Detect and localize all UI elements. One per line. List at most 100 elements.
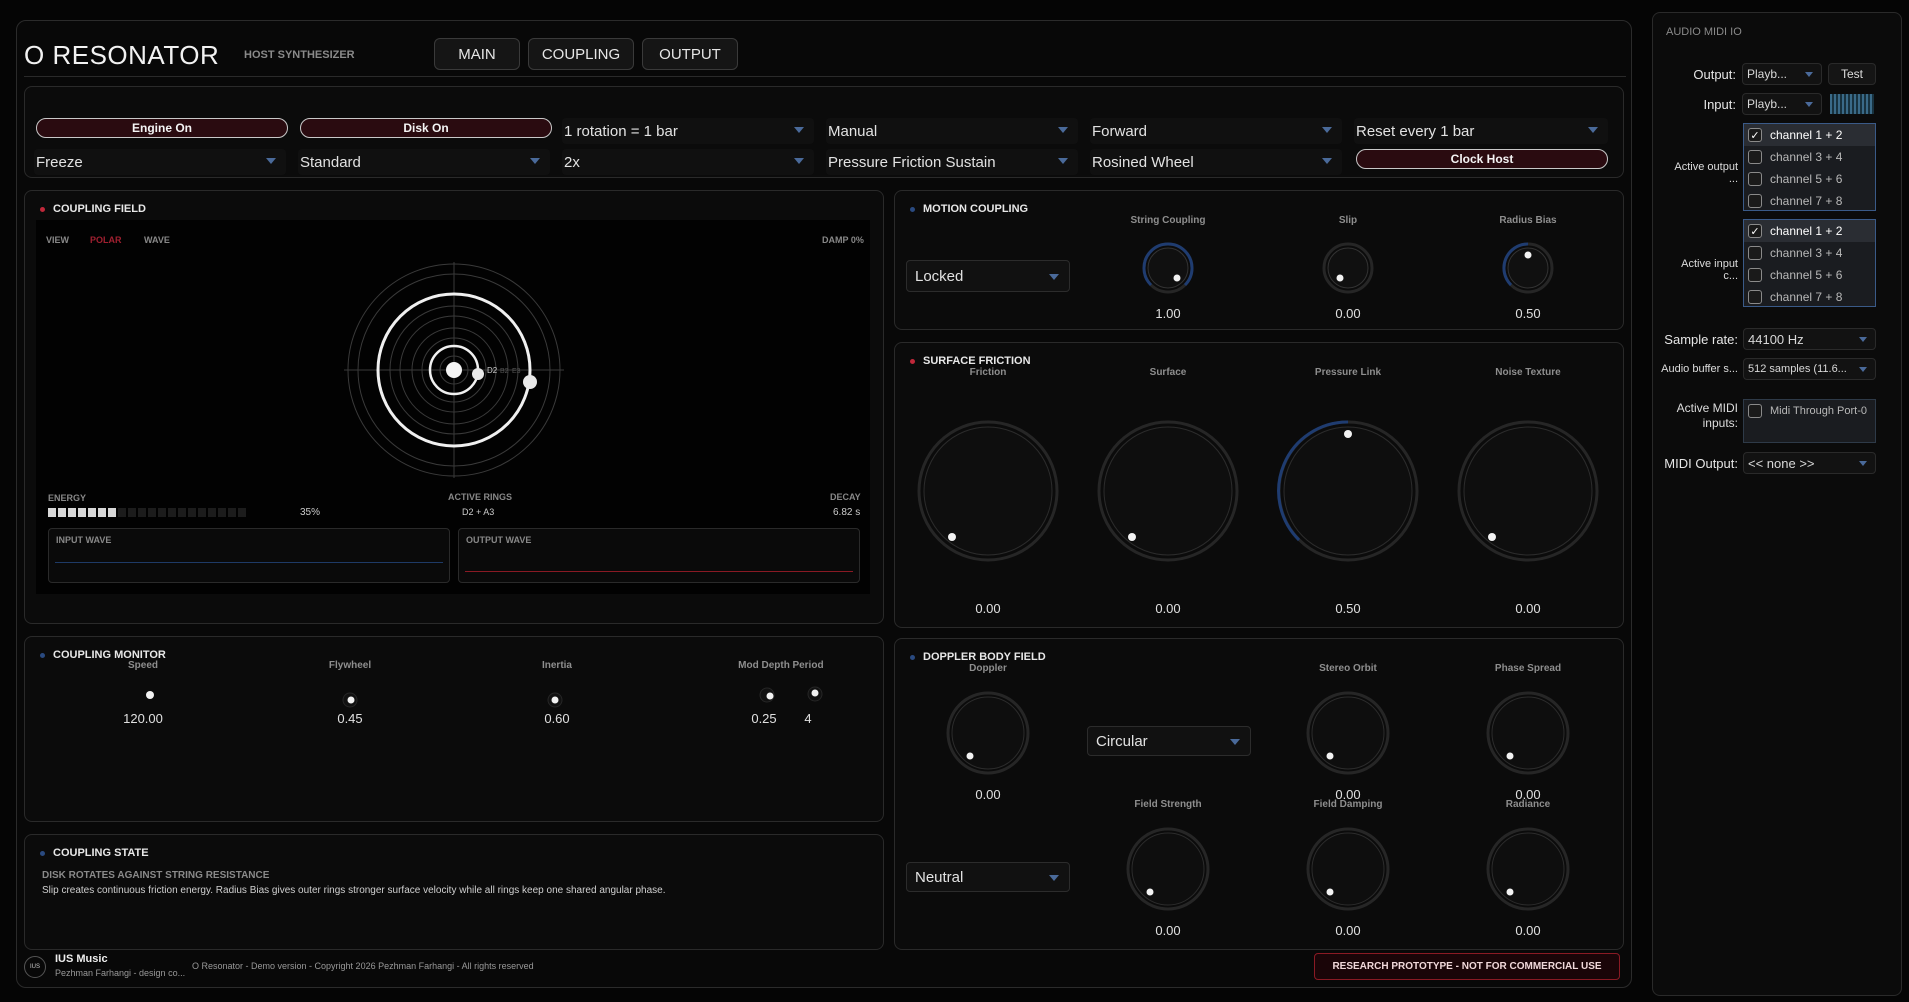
checkbox-icon[interactable]: [1748, 150, 1762, 164]
checkbox-icon[interactable]: [1748, 172, 1762, 186]
doppler-label: Doppler: [969, 663, 1007, 674]
energy-segment: [48, 508, 56, 517]
sync-mode-select[interactable]: Manual: [826, 118, 1078, 144]
reset-select[interactable]: Reset every 1 bar: [1354, 118, 1608, 144]
disk-on-button[interactable]: Disk On: [300, 118, 552, 138]
app-subtitle: HOST SYNTHESIZER: [244, 49, 355, 61]
midi-output-select[interactable]: << none >>: [1743, 452, 1876, 474]
phase-spread-knob[interactable]: [1486, 691, 1570, 775]
input-wave-display: INPUT WAVE: [48, 528, 450, 583]
wheel-select[interactable]: Rosined Wheel: [1090, 149, 1342, 175]
status-dot-icon: [910, 206, 915, 212]
input-channel-label: channel 5 + 6: [1770, 268, 1843, 282]
doppler-character-select[interactable]: Neutral: [906, 862, 1070, 892]
excitation-select[interactable]: Pressure Friction Sustain: [826, 149, 1078, 175]
decay-label: DECAY: [830, 492, 861, 502]
friction-label: Friction: [969, 367, 1007, 378]
radius-bias-knob[interactable]: [1502, 242, 1554, 294]
direction-select[interactable]: Forward: [1090, 118, 1342, 144]
pressure-link-knob[interactable]: [1277, 420, 1419, 562]
output-channel-label: channel 1 + 2: [1770, 128, 1843, 142]
input-channel-1-2[interactable]: ✓ channel 1 + 2: [1744, 220, 1875, 242]
rotation-select-value: 1 rotation = 1 bar: [564, 122, 678, 140]
freeze-select[interactable]: Freeze: [34, 149, 286, 175]
radiance-knob[interactable]: [1486, 827, 1570, 911]
header-divider: [24, 76, 1626, 77]
output-device-select[interactable]: Playb...: [1742, 63, 1822, 85]
status-dot-icon: [40, 850, 45, 856]
flywheel-knob[interactable]: [340, 690, 360, 710]
input-channel-3-4[interactable]: channel 3 + 4: [1744, 242, 1875, 264]
energy-segment: [168, 508, 176, 517]
rotation-select[interactable]: 1 rotation = 1 bar: [562, 118, 814, 144]
energy-segment: [238, 508, 246, 517]
midi-inputs-list[interactable]: Midi Through Port-0: [1743, 399, 1876, 443]
view-wave-button[interactable]: WAVE: [144, 235, 170, 245]
output-channel-5-6[interactable]: channel 5 + 6: [1744, 168, 1875, 190]
clock-host-button[interactable]: Clock Host: [1356, 149, 1608, 169]
engine-on-button[interactable]: Engine On: [36, 118, 288, 138]
friction-knob[interactable]: [917, 420, 1059, 562]
active-output-label: Active output ...: [1674, 161, 1738, 185]
standard-select[interactable]: Standard: [298, 149, 550, 175]
energy-segment: [98, 508, 106, 517]
slip-value: 0.00: [1335, 306, 1361, 321]
active-output-list[interactable]: ✓ channel 1 + 2 channel 3 + 4 channel 5 +…: [1743, 123, 1876, 211]
string-coupling-knob[interactable]: [1142, 242, 1194, 294]
energy-segment: [138, 508, 146, 517]
radius-bias-label: Radius Bias: [1499, 215, 1557, 226]
rate-select[interactable]: 2x: [562, 149, 814, 175]
checkbox-icon[interactable]: [1748, 246, 1762, 260]
reset-value: Reset every 1 bar: [1356, 122, 1475, 140]
mod-depth-knob[interactable]: [757, 685, 777, 705]
slip-knob[interactable]: [1322, 242, 1374, 294]
stereo-orbit-knob[interactable]: [1306, 691, 1390, 775]
rate-value: 2x: [564, 153, 580, 171]
output-channel-7-8[interactable]: channel 7 + 8: [1744, 190, 1875, 212]
view-polar-button[interactable]: POLAR: [90, 235, 122, 245]
output-channel-3-4[interactable]: channel 3 + 4: [1744, 146, 1875, 168]
sample-rate-select[interactable]: 44100 Hz: [1743, 328, 1876, 350]
midi-inputs-label: Active MIDI inputs:: [1676, 401, 1738, 430]
input-device-select[interactable]: Playb...: [1742, 93, 1822, 115]
radius-bias-value: 0.50: [1515, 306, 1541, 321]
surface-knob[interactable]: [1097, 420, 1239, 562]
chevron-down-icon: [1859, 367, 1867, 372]
doppler-knob[interactable]: [946, 691, 1030, 775]
motion-mode-select[interactable]: Locked: [906, 260, 1070, 292]
ring-label-e3: E3: [512, 368, 521, 375]
inertia-knob[interactable]: [545, 690, 565, 710]
output-channel-1-2[interactable]: ✓ channel 1 + 2: [1744, 124, 1875, 146]
input-channel-5-6[interactable]: channel 5 + 6: [1744, 264, 1875, 286]
checkbox-checked-icon[interactable]: ✓: [1748, 224, 1762, 238]
test-button[interactable]: Test: [1828, 63, 1876, 85]
app-title: O RESONATOR: [24, 40, 220, 70]
doppler-character-value: Neutral: [915, 868, 964, 886]
period-knob[interactable]: [805, 684, 825, 704]
friction-value: 0.00: [975, 601, 1001, 616]
chevron-down-icon: [530, 158, 540, 164]
doppler-shape-select[interactable]: Circular: [1087, 726, 1251, 756]
midi-input-item[interactable]: Midi Through Port-0: [1744, 400, 1875, 422]
field-strength-label: Field Strength: [1134, 799, 1202, 810]
tab-output[interactable]: OUTPUT: [642, 38, 738, 70]
buffer-size-select[interactable]: 512 samples (11.6...: [1743, 358, 1876, 380]
speed-label: Speed: [127, 660, 158, 671]
input-channel-7-8[interactable]: channel 7 + 8: [1744, 286, 1875, 308]
field-strength-knob[interactable]: [1126, 827, 1210, 911]
checkbox-icon[interactable]: [1748, 194, 1762, 208]
noise-texture-knob[interactable]: [1457, 420, 1599, 562]
tab-coupling[interactable]: COUPLING: [528, 38, 634, 70]
input-label: Input:: [1703, 97, 1736, 112]
checkbox-icon[interactable]: [1748, 404, 1762, 418]
radiance-value: 0.00: [1515, 923, 1541, 938]
chevron-down-icon: [1230, 739, 1240, 745]
checkbox-icon[interactable]: [1748, 290, 1762, 304]
energy-segment: [128, 508, 136, 517]
tab-main[interactable]: MAIN: [434, 38, 520, 70]
checkbox-icon[interactable]: [1748, 268, 1762, 282]
active-input-list[interactable]: ✓ channel 1 + 2 channel 3 + 4 channel 5 +…: [1743, 219, 1876, 307]
checkbox-checked-icon[interactable]: ✓: [1748, 128, 1762, 142]
field-damping-knob[interactable]: [1306, 827, 1390, 911]
speed-knob[interactable]: [140, 685, 160, 705]
